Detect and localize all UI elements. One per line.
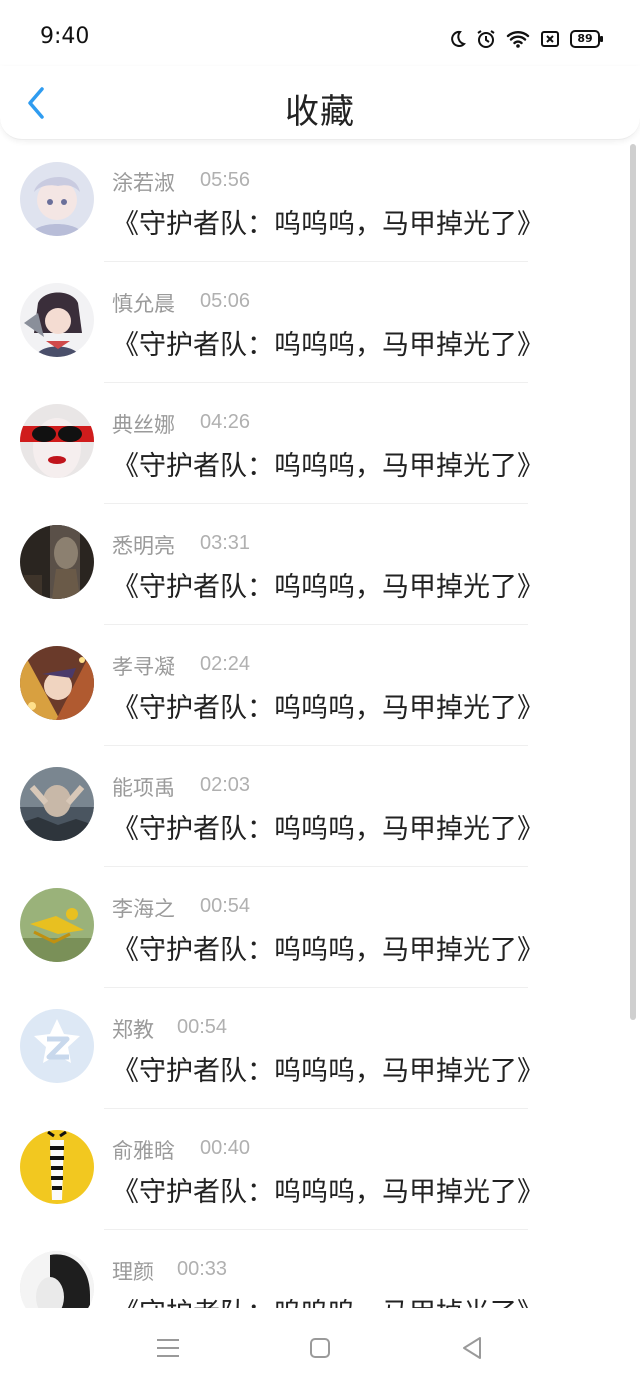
item-title: 《守护者队：呜呜呜，马甲掉光了》 — [112, 1056, 544, 1087]
avatar — [20, 162, 94, 236]
list-item[interactable]: 郑教 00:54 《守护者队：呜呜呜，马甲掉光了》 — [0, 988, 626, 1109]
item-time: 02:24 — [200, 653, 251, 675]
item-title: 《守护者队：呜呜呜，马甲掉光了》 — [112, 693, 544, 724]
item-name: 郑教 — [112, 1018, 154, 1042]
item-name: 孝寻凝 — [112, 655, 175, 679]
list-item[interactable]: 悉明亮 03:31 《守护者队：呜呜呜，马甲掉光了》 — [0, 504, 626, 625]
item-time: 00:40 — [200, 1137, 251, 1159]
avatar — [20, 283, 94, 357]
wifi-icon — [506, 31, 530, 48]
avatar — [20, 1009, 94, 1083]
item-title: 《守护者队：呜呜呜，马甲掉光了》 — [112, 330, 544, 361]
list-item[interactable]: 典丝娜 04:26 《守护者队：呜呜呜，马甲掉光了》 — [0, 383, 626, 504]
list-item[interactable]: 李海之 00:54 《守护者队：呜呜呜，马甲掉光了》 — [0, 867, 626, 988]
avatar — [20, 404, 94, 478]
item-name: 理颜 — [112, 1260, 154, 1284]
item-time: 05:06 — [200, 290, 251, 312]
menu-icon — [157, 1339, 179, 1357]
item-time: 02:03 — [200, 774, 251, 796]
item-name: 典丝娜 — [112, 413, 175, 437]
moon-icon — [451, 30, 466, 47]
item-title: 《守护者队：呜呜呜，马甲掉光了》 — [112, 572, 544, 603]
avatar — [20, 1130, 94, 1204]
menu-button[interactable] — [148, 1328, 188, 1368]
list-item[interactable]: 慎允晨 05:06 《守护者队：呜呜呜，马甲掉光了》 — [0, 262, 626, 383]
item-time: 03:31 — [200, 532, 251, 554]
avatar — [20, 646, 94, 720]
item-name: 悉明亮 — [112, 534, 175, 558]
item-title: 《守护者队：呜呜呜，马甲掉光了》 — [112, 935, 544, 966]
list-item[interactable]: 俞雅晗 00:40 《守护者队：呜呜呜，马甲掉光了》 — [0, 1109, 626, 1230]
item-time: 00:54 — [200, 895, 251, 917]
item-title: 《守护者队：呜呜呜，马甲掉光了》 — [112, 1177, 544, 1208]
list-item[interactable]: 涂若淑 05:56 《守护者队：呜呜呜，马甲掉光了》 — [0, 141, 626, 262]
battery-icon: 89 — [570, 30, 603, 48]
home-button[interactable] — [300, 1328, 340, 1368]
item-time: 00:54 — [177, 1016, 228, 1038]
avatar — [20, 525, 94, 599]
item-title: 《守护者队：呜呜呜，马甲掉光了》 — [112, 814, 544, 845]
home-square-icon — [310, 1338, 330, 1358]
nav-bar — [0, 1308, 640, 1387]
back-triangle-icon — [463, 1337, 481, 1359]
page-title: 收藏 — [285, 92, 355, 132]
item-title: 《守护者队：呜呜呜，马甲掉光了》 — [112, 209, 544, 240]
item-time: 00:33 — [177, 1258, 228, 1280]
scrollbar[interactable] — [630, 144, 636, 1020]
back-nav-button[interactable] — [452, 1328, 492, 1368]
item-time: 05:56 — [200, 169, 251, 191]
list-item[interactable]: 孝寻凝 02:24 《守护者队：呜呜呜，马甲掉光了》 — [0, 625, 626, 746]
alarm-icon — [477, 30, 495, 48]
sim-icon — [541, 31, 559, 47]
status-time: 9:40 — [40, 24, 90, 49]
item-name: 慎允晨 — [112, 292, 175, 316]
item-title: 《守护者队：呜呜呜，马甲掉光了》 — [112, 451, 544, 482]
item-time: 04:26 — [200, 411, 251, 433]
avatar — [20, 1251, 94, 1308]
item-name: 俞雅晗 — [112, 1139, 175, 1163]
item-name: 能项禹 — [112, 776, 175, 800]
avatar — [20, 888, 94, 962]
item-title: 《守护者队：呜呜呜，马甲掉光了》 — [112, 1291, 544, 1308]
item-name: 李海之 — [112, 897, 175, 921]
header: 收藏 — [0, 66, 640, 140]
list-item[interactable]: 能项禹 02:03 《守护者队：呜呜呜，马甲掉光了》 — [0, 746, 626, 867]
favorites-list[interactable]: 涂若淑 05:56 《守护者队：呜呜呜，马甲掉光了》 慎允晨 05:06 《守护… — [0, 141, 640, 1308]
item-name: 涂若淑 — [112, 171, 175, 195]
status-icons: 89 — [448, 26, 603, 52]
avatar — [20, 767, 94, 841]
list-item[interactable]: 理颜 00:33 《守护者队：呜呜呜，马甲掉光了》 — [0, 1230, 626, 1308]
